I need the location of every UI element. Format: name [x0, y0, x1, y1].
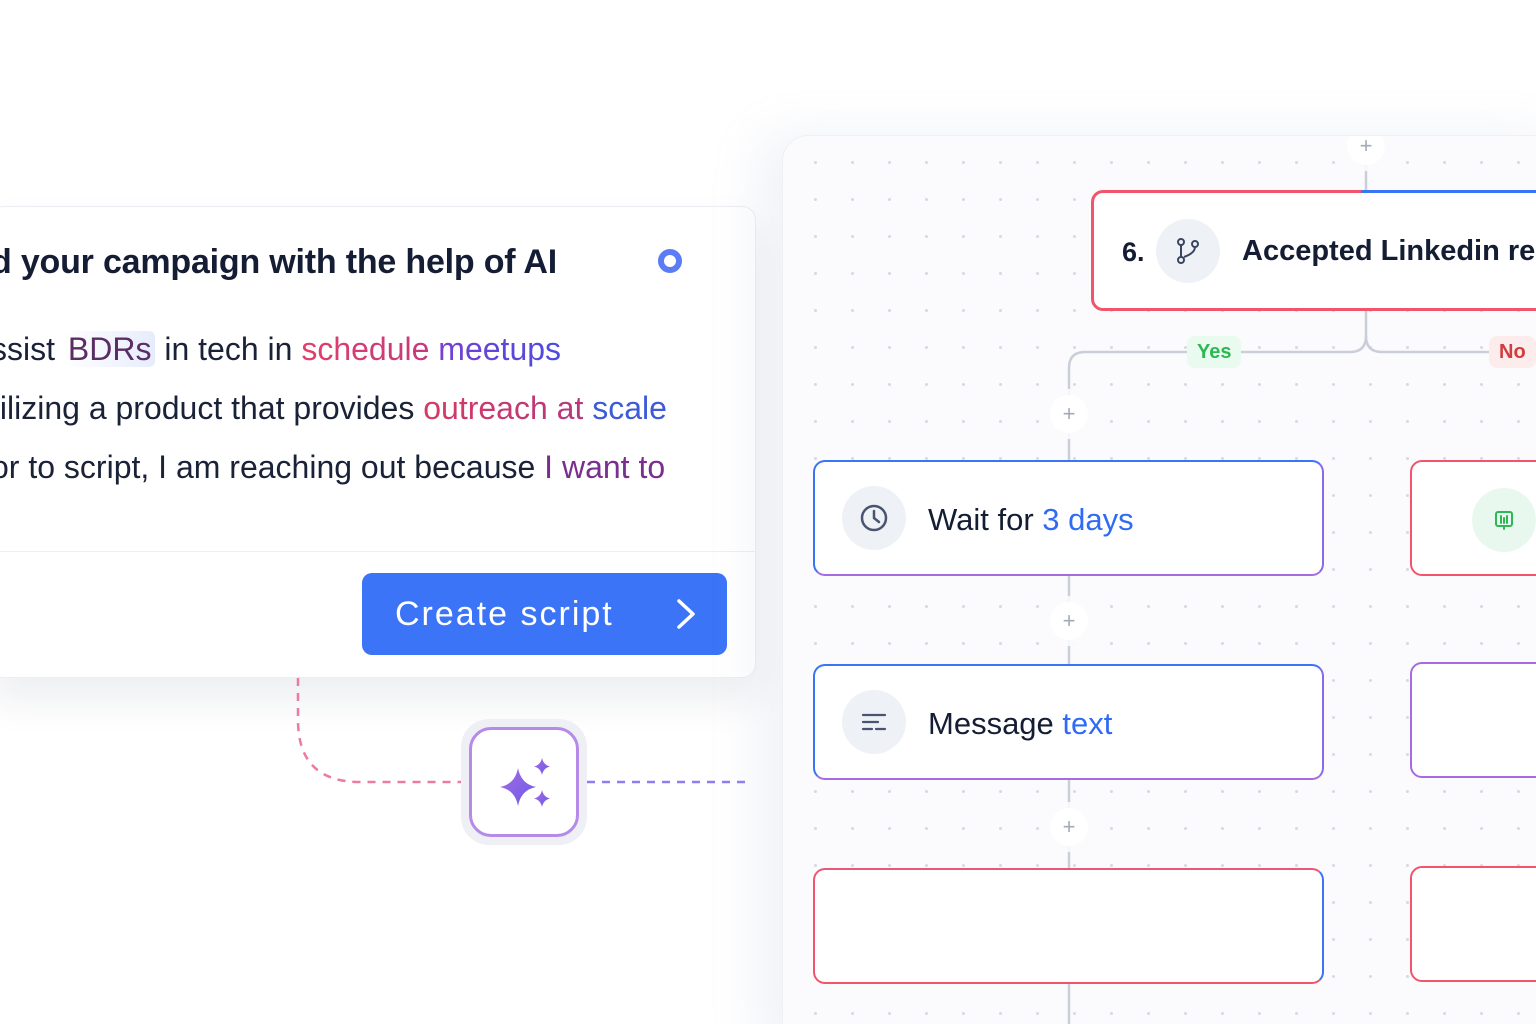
condition-node-accepted-linkedin[interactable]: 6. Accepted Linkedin re: [1091, 190, 1536, 311]
prompt-text: or to script, I am reaching out because: [0, 449, 545, 485]
create-script-label: Create script: [395, 594, 614, 633]
message-label-prefix: Message: [928, 706, 1063, 741]
prompt-highlight-want: I want to: [544, 449, 666, 485]
step-number: 6.: [1122, 237, 1145, 267]
prompt-highlight-outreach: outreach at: [423, 390, 584, 426]
text-lines-icon-circle: [842, 690, 906, 754]
prompt-highlight-schedule: schedule: [301, 331, 430, 367]
wait-label-prefix: Wait for: [928, 502, 1043, 537]
wait-node[interactable]: Wait for 3 days: [813, 460, 1324, 576]
add-step-button[interactable]: +: [1050, 395, 1088, 433]
branch-no-badge: No: [1489, 336, 1536, 368]
prompt-line-1[interactable]: ssist BDRs in tech in schedule meetups: [0, 331, 561, 368]
prompt-text: ssist: [0, 331, 55, 367]
prompt-highlight-scale: scale: [583, 390, 667, 426]
no-branch-linkedin-node[interactable]: [1410, 460, 1536, 576]
message-node[interactable]: Message text: [813, 664, 1324, 780]
branch-yes-badge: Yes: [1187, 336, 1242, 368]
branch-icon-circle: [1156, 219, 1220, 283]
status-ring-icon: [658, 249, 682, 273]
branch-icon: [1177, 238, 1199, 264]
no-branch-empty-node[interactable]: [1410, 866, 1536, 982]
prompt-line-3[interactable]: or to script, I am reaching out because …: [0, 449, 665, 486]
ai-card-title: d your campaign with the help of AI: [0, 243, 557, 281]
prompt-text: tilizing a product that provides: [0, 390, 424, 426]
no-branch-step-node[interactable]: [1410, 662, 1536, 778]
ai-sparkle-wrap: [461, 719, 587, 845]
prompt-highlight-bdrs: BDRs: [63, 331, 156, 367]
condition-node-label: Accepted Linkedin re: [1242, 235, 1536, 267]
card-divider: [0, 551, 755, 552]
empty-step-node[interactable]: [813, 868, 1324, 984]
clock-icon-circle: [842, 486, 906, 550]
wait-duration: 3 days: [1042, 502, 1134, 537]
flow-canvas[interactable]: + 6. Accepted Linkedin re Yes No + Wait …: [782, 135, 1536, 1024]
clock-icon: [860, 504, 888, 532]
message-node-label: Message text: [928, 706, 1112, 742]
add-step-button[interactable]: +: [1050, 602, 1088, 640]
chevron-right-icon: [677, 599, 695, 629]
create-script-button[interactable]: Create script: [362, 573, 727, 655]
linkedin-icon: [1495, 511, 1513, 530]
linkedin-icon-circle: [1472, 488, 1536, 552]
prompt-highlight-meetups: meetups: [429, 331, 562, 367]
wait-node-label: Wait for 3 days: [928, 502, 1134, 538]
ai-campaign-card: d your campaign with the help of AI ssis…: [0, 206, 756, 678]
sparkles-icon: [500, 758, 550, 807]
add-step-button[interactable]: +: [1050, 808, 1088, 846]
text-lines-icon: [861, 713, 887, 731]
prompt-line-2[interactable]: tilizing a product that provides outreac…: [0, 390, 667, 427]
ai-generate-button[interactable]: [469, 727, 579, 837]
prompt-text: in tech in: [155, 331, 302, 367]
message-type: text: [1062, 706, 1113, 741]
